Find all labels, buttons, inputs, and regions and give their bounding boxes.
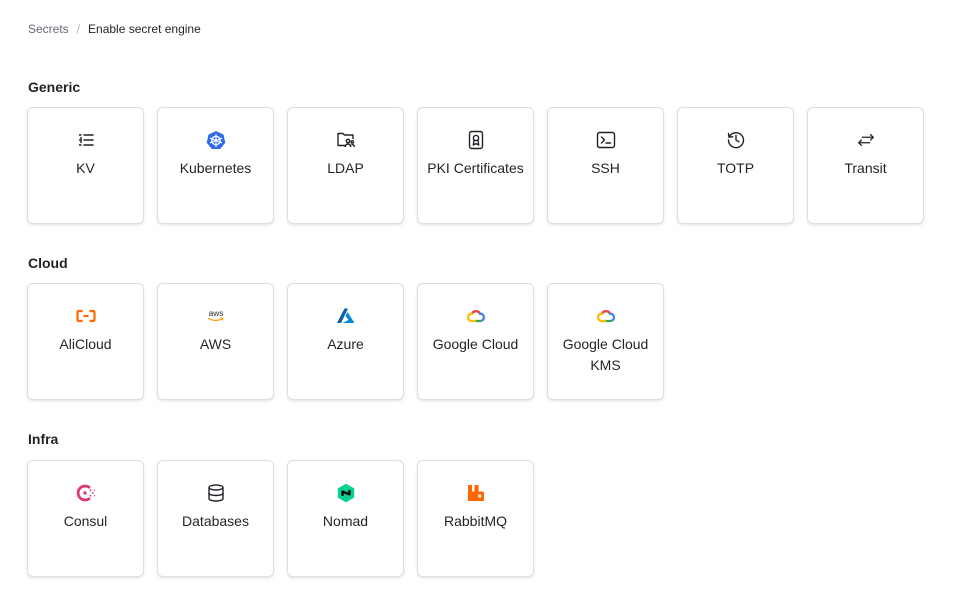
engine-label: Databases [182, 513, 249, 529]
engine-label: Kubernetes [179, 160, 252, 176]
section-title-generic: Generic [28, 79, 81, 95]
engine-label: SSH [591, 160, 620, 176]
svg-text:aws: aws [208, 308, 223, 318]
breadcrumb-secrets-link[interactable]: Secrets [28, 22, 69, 36]
history-icon [726, 130, 746, 150]
kubernetes-icon [206, 130, 226, 150]
engine-label: RabbitMQ [443, 513, 508, 529]
list-icon [76, 130, 96, 150]
generic-engine-grid: KV Kubernetes LDAP PKI Certificates SSH … [27, 107, 924, 224]
engine-card-aws[interactable]: aws AWS [157, 283, 274, 400]
cloud-engine-grid: AliCloud aws AWS Azure Google Cloud Goog… [27, 283, 664, 400]
engine-label: Consul [63, 513, 108, 529]
engine-label: PKI Certificates [427, 160, 524, 176]
engine-label: TOTP [716, 160, 755, 176]
engine-label: AWS [199, 336, 232, 352]
database-icon [206, 483, 226, 503]
engine-card-kv[interactable]: KV [27, 107, 144, 224]
enable-secret-engine-page: Secrets / Enable secret engine Generic K… [0, 0, 953, 607]
infra-engine-grid: Consul Databases Nomad RabbitMQ [27, 460, 534, 577]
engine-card-databases[interactable]: Databases [157, 460, 274, 577]
engine-card-ssh[interactable]: SSH [547, 107, 664, 224]
alibaba-icon [75, 306, 96, 326]
breadcrumb: Secrets / Enable secret engine [28, 22, 201, 36]
certificate-icon [466, 130, 486, 150]
terminal-icon [596, 130, 616, 150]
engine-label: LDAP [327, 160, 364, 176]
folder-users-icon [336, 130, 356, 150]
engine-label: Azure [327, 336, 364, 352]
azure-icon [336, 306, 356, 326]
breadcrumb-separator: / [76, 22, 81, 36]
engine-card-azure[interactable]: Azure [287, 283, 404, 400]
engine-card-consul[interactable]: Consul [27, 460, 144, 577]
nomad-icon [336, 483, 356, 503]
engine-card-kubernetes[interactable]: Kubernetes [157, 107, 274, 224]
engine-label: Transit [844, 160, 887, 176]
engine-card-ldap[interactable]: LDAP [287, 107, 404, 224]
rabbitmq-icon [466, 483, 486, 503]
section-title-infra: Infra [28, 431, 59, 447]
engine-label: Google Cloud KMS [562, 336, 649, 373]
engine-card-rabbitmq[interactable]: RabbitMQ [417, 460, 534, 577]
google-cloud-icon [596, 306, 616, 326]
engine-label: Nomad [322, 513, 369, 529]
arrows-left-right-icon [856, 130, 876, 150]
aws-icon: aws [206, 306, 226, 326]
engine-card-google-cloud-kms[interactable]: Google Cloud KMS [547, 283, 664, 400]
engine-label: KV [76, 160, 95, 176]
engine-label: AliCloud [59, 336, 112, 352]
breadcrumb-current: Enable secret engine [88, 22, 201, 36]
engine-card-alicloud[interactable]: AliCloud [27, 283, 144, 400]
engine-card-pki-certificates[interactable]: PKI Certificates [417, 107, 534, 224]
google-cloud-icon [466, 306, 486, 326]
section-title-cloud: Cloud [28, 255, 68, 271]
engine-label: Google Cloud [432, 336, 519, 352]
engine-card-transit[interactable]: Transit [807, 107, 924, 224]
consul-icon [76, 483, 96, 503]
engine-card-google-cloud[interactable]: Google Cloud [417, 283, 534, 400]
engine-card-nomad[interactable]: Nomad [287, 460, 404, 577]
engine-card-totp[interactable]: TOTP [677, 107, 794, 224]
